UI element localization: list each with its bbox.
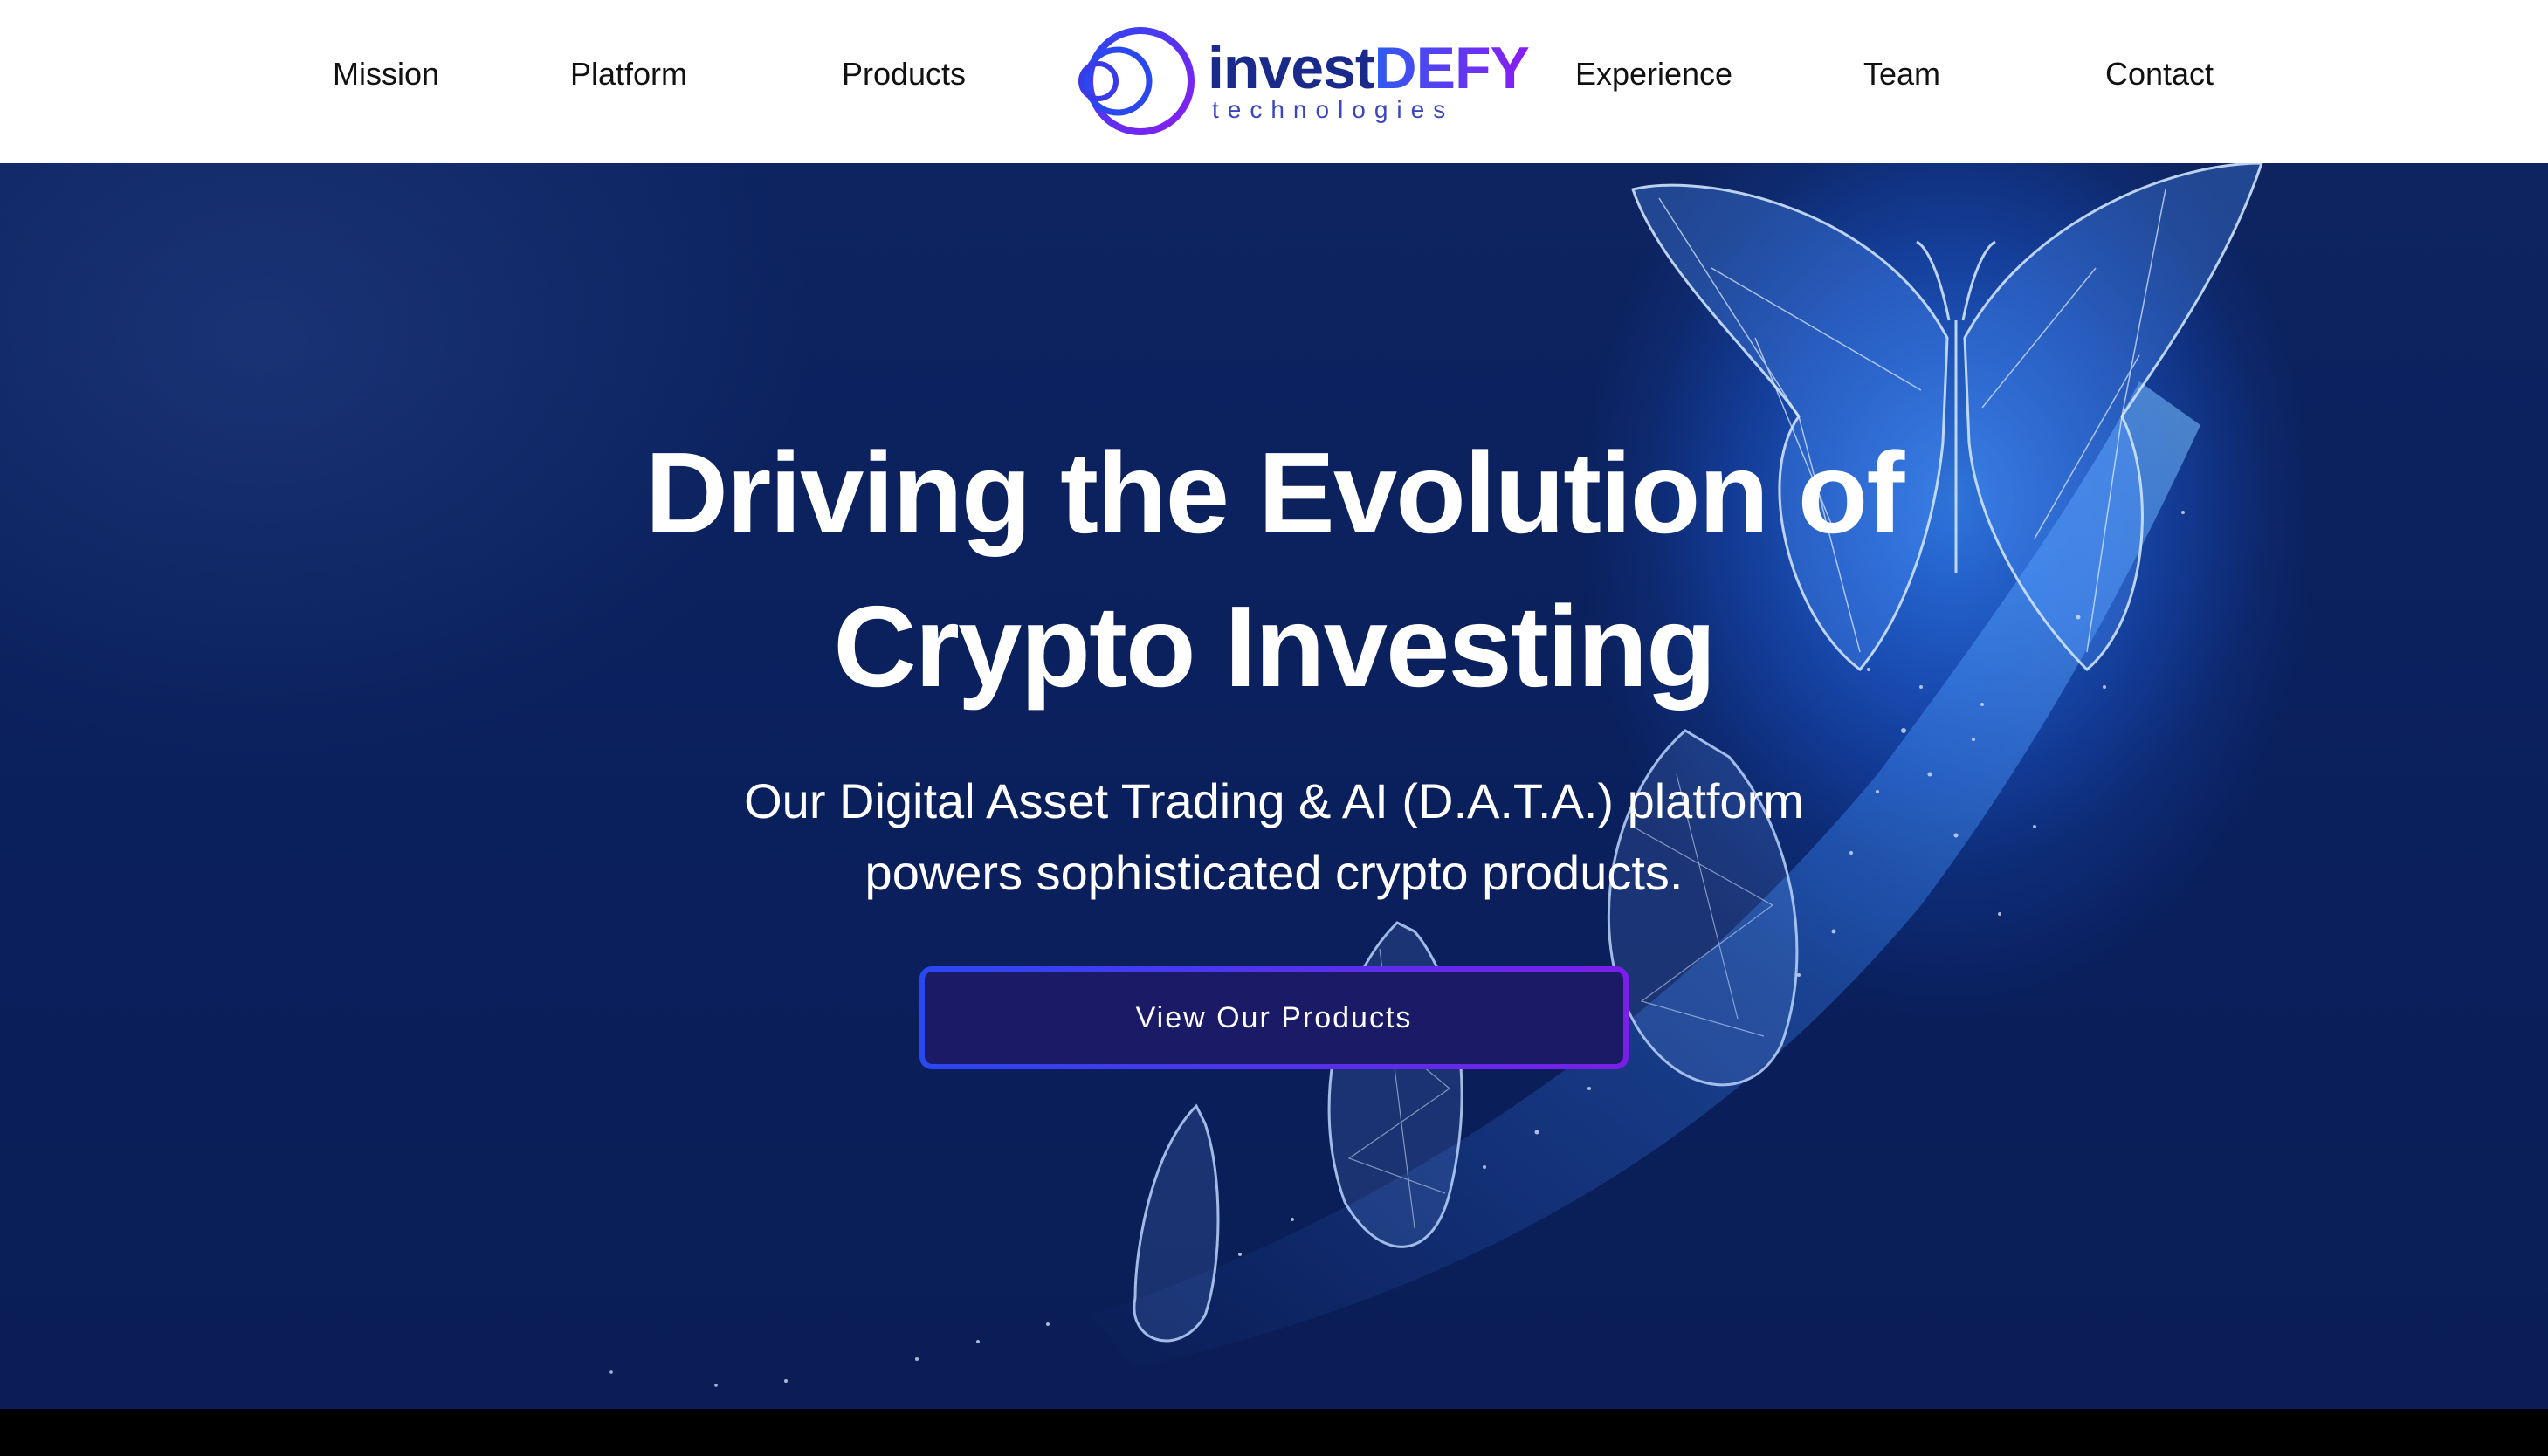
hero-subheading-line-2: powers sophisticated crypto products. [864, 845, 1684, 900]
nav-mission[interactable]: Mission [333, 52, 439, 96]
view-products-button[interactable]: View Our Products [919, 966, 1629, 1069]
logo-wordmark: investDEFY [1208, 35, 1530, 101]
hero-headline: Driving the Evolution of Crypto Investin… [0, 416, 2548, 724]
hero-subheading-line-1: Our Digital Asset Trading & AI (D.A.T.A.… [744, 773, 1804, 828]
nav-products[interactable]: Products [842, 52, 966, 96]
brand-logo[interactable]: investDEFY technologies [1072, 24, 1530, 138]
nav-experience[interactable]: Experience [1575, 52, 1732, 96]
hero-subheading: Our Digital Asset Trading & AI (D.A.T.A.… [0, 766, 2548, 909]
view-products-button-label: View Our Products [925, 972, 1623, 1064]
nav-platform[interactable]: Platform [570, 52, 687, 96]
nav-contact[interactable]: Contact [2105, 52, 2214, 96]
site-header: Mission Platform Products investDEFY tec… [0, 0, 2548, 163]
hero-section: Driving the Evolution of Crypto Investin… [0, 163, 2548, 1409]
concentric-circles-logo-icon [1078, 27, 1195, 135]
footer-bar [0, 1409, 2548, 1456]
hero-headline-line-2: Crypto Investing [833, 582, 1716, 711]
nav-team[interactable]: Team [1863, 52, 1940, 96]
hero-headline-line-1: Driving the Evolution of [644, 429, 1905, 557]
logo-subtitle: technologies [1212, 96, 1455, 123]
